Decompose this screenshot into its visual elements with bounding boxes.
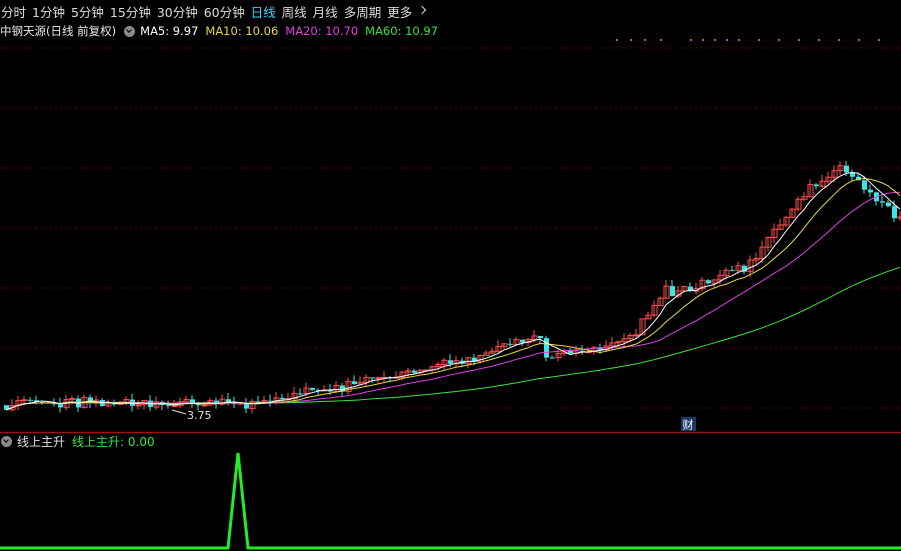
ma10-line bbox=[5, 177, 901, 411]
low-price-label: 3.75 bbox=[187, 409, 212, 422]
signal-dot bbox=[738, 39, 740, 41]
candle-body-up bbox=[201, 404, 208, 407]
signal-dot bbox=[818, 39, 820, 41]
candle-body-down bbox=[310, 388, 315, 390]
tab-period-5[interactable]: 60分钟 bbox=[203, 2, 250, 21]
candle-body-up bbox=[171, 405, 178, 408]
tab-period-2[interactable]: 5分钟 bbox=[70, 2, 109, 21]
indicator-name: 线上主升 bbox=[17, 434, 66, 449]
candle-body-down bbox=[544, 338, 549, 358]
candle-body-down bbox=[814, 184, 819, 187]
candle-body-up bbox=[375, 377, 382, 380]
ma5-legend: MA5: 9.97 bbox=[140, 24, 199, 38]
candle-body-down bbox=[730, 270, 735, 272]
tab-period-6[interactable]: 日线 bbox=[250, 2, 281, 21]
candle-body-down bbox=[268, 400, 273, 402]
signal-dot bbox=[858, 39, 860, 41]
candle-body-down bbox=[868, 189, 873, 193]
tab-period-3[interactable]: 15分钟 bbox=[109, 2, 156, 21]
tab-period-9[interactable]: 多周期 bbox=[343, 2, 387, 21]
candle-body-down bbox=[550, 357, 555, 359]
kline-app: 3.75 财 分时 1分钟 5分钟 15分钟 30分钟 60分钟 日线 周线 月线 多周期 更多 中钢… bbox=[0, 0, 901, 551]
tab-period-10[interactable]: 更多 bbox=[386, 2, 417, 21]
candle-body-down bbox=[370, 377, 375, 379]
signal-dot bbox=[798, 39, 800, 41]
candle-body-down bbox=[706, 280, 711, 284]
tab-period-7[interactable]: 周线 bbox=[281, 2, 312, 21]
signal-dot bbox=[878, 39, 880, 41]
candle-body-down bbox=[280, 397, 285, 400]
signal-dot bbox=[758, 39, 760, 41]
signal-dot bbox=[690, 39, 692, 41]
candle-body-down bbox=[226, 399, 231, 402]
low-price-pointer bbox=[171, 409, 187, 415]
signal-dot bbox=[702, 39, 704, 41]
signal-dot bbox=[660, 39, 662, 41]
signal-dot bbox=[644, 39, 646, 41]
chevron-right-icon[interactable] bbox=[417, 5, 427, 15]
ma60-legend: MA60: 10.97 bbox=[365, 24, 439, 38]
candle-body-down bbox=[862, 180, 867, 190]
chart-canvas[interactable]: 3.75 财 bbox=[0, 0, 901, 551]
stock-title: 中钢天源(日线 前复权) bbox=[0, 24, 117, 38]
candle-body-down bbox=[520, 339, 525, 343]
signal-dot bbox=[778, 39, 780, 41]
candle-body-down bbox=[568, 350, 573, 354]
candle-body-down bbox=[892, 206, 897, 219]
candle-body-up bbox=[633, 334, 640, 337]
candle-body-down bbox=[844, 165, 849, 173]
event-badge: 财 bbox=[683, 418, 694, 432]
signal-dot bbox=[616, 39, 618, 41]
candle-body-down bbox=[886, 202, 891, 207]
ma10-legend: MA10: 10.06 bbox=[205, 24, 279, 38]
indicator-legend: 线上主升 线上主升: 0.00 bbox=[0, 433, 155, 449]
tab-period-1[interactable]: 1分钟 bbox=[31, 2, 70, 21]
candle-body-down bbox=[508, 343, 513, 345]
candle-body-down bbox=[448, 360, 453, 364]
candle-body-down bbox=[670, 286, 675, 297]
candle-body-down bbox=[538, 335, 543, 339]
chevron-down-circle-icon[interactable] bbox=[124, 25, 136, 37]
main-chart-legend: 中钢天源(日线 前复权) MA5: 9.97 MA10: 10.06 MA20:… bbox=[0, 23, 445, 39]
candle-body-up bbox=[21, 399, 28, 402]
signal-dot bbox=[630, 39, 632, 41]
ma20-legend: MA20: 10.70 bbox=[285, 24, 359, 38]
tab-period-4[interactable]: 30分钟 bbox=[156, 2, 203, 21]
candle-body-down bbox=[412, 370, 417, 373]
signal-dot bbox=[838, 39, 840, 41]
candle-body-down bbox=[880, 201, 885, 203]
indicator-line bbox=[0, 452, 901, 550]
tab-period-0[interactable]: 分时 bbox=[0, 2, 31, 21]
tab-period-8[interactable]: 月线 bbox=[312, 2, 343, 21]
candle-body-down bbox=[58, 404, 63, 408]
period-toolbar: 分时 1分钟 5分钟 15分钟 30分钟 60分钟 日线 周线 月线 多周期 更多 bbox=[0, 0, 901, 22]
ma60-line bbox=[5, 266, 901, 411]
candle-body-down bbox=[28, 399, 33, 401]
signal-dot bbox=[726, 39, 728, 41]
chevron-down-circle-icon[interactable] bbox=[1, 435, 12, 447]
signal-dot bbox=[714, 39, 716, 41]
candle-body-down bbox=[298, 393, 303, 395]
candle-body-down bbox=[352, 381, 357, 384]
candle-body-down bbox=[166, 404, 171, 406]
ma20-line bbox=[5, 191, 901, 411]
indicator-value: 线上主升: 0.00 bbox=[72, 434, 155, 449]
